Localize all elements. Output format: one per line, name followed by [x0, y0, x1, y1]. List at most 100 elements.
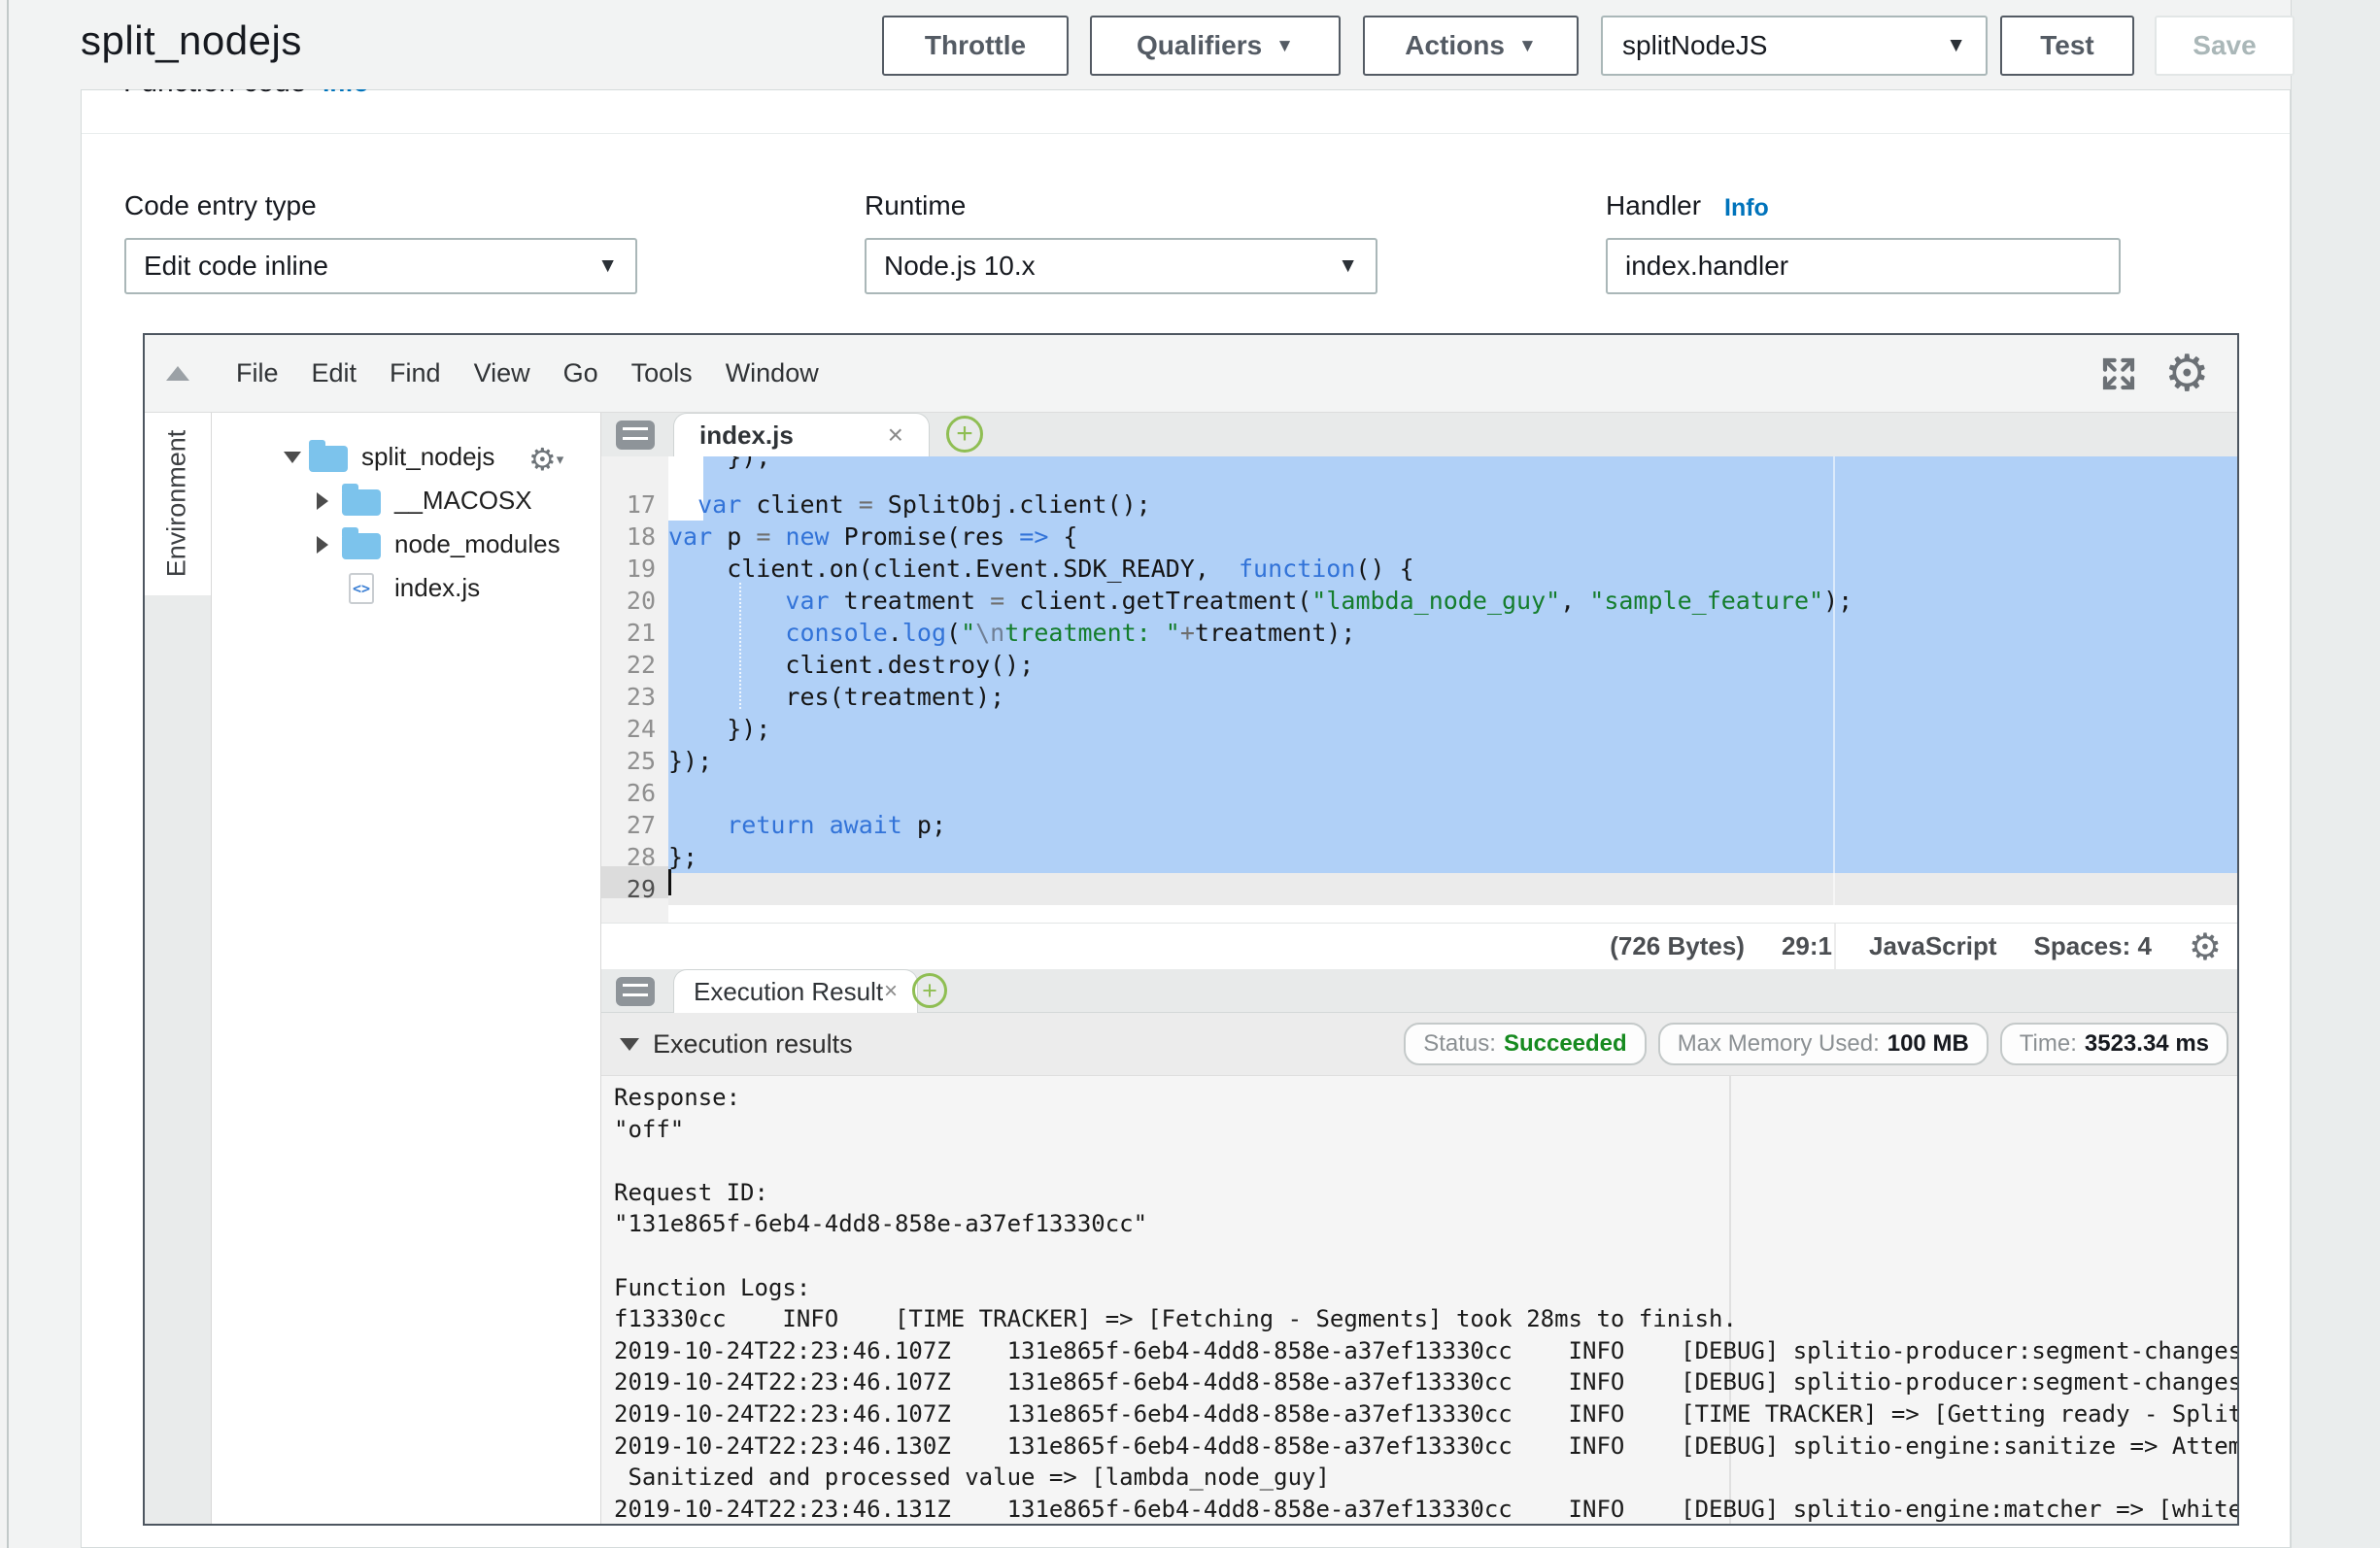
- close-icon[interactable]: ×: [884, 980, 898, 1003]
- runtime-select[interactable]: Node.js 10.x ▼: [865, 238, 1377, 294]
- environment-tab[interactable]: Environment: [145, 413, 212, 595]
- code-token: "lambda_node_guy": [1311, 587, 1560, 615]
- tab-list-icon[interactable]: [616, 977, 655, 1006]
- line-number: 26: [627, 777, 656, 809]
- tree-row-node-modules[interactable]: node_modules: [212, 522, 600, 566]
- print-margin-line: [1833, 456, 1835, 923]
- code-line: });: [668, 745, 712, 777]
- folder-glyph: [342, 489, 381, 516]
- code-line: return await p;: [668, 809, 946, 841]
- status-gear-icon[interactable]: ⚙: [2189, 928, 2222, 965]
- code-entry-type-select[interactable]: Edit code inline ▼: [124, 238, 637, 294]
- clipped-heading-text: Function code: [123, 89, 306, 98]
- code-token: =: [859, 490, 873, 519]
- caret-glyph: [317, 492, 328, 510]
- chevron-down-icon: ▼: [1518, 37, 1537, 55]
- close-icon[interactable]: ×: [888, 421, 903, 449]
- new-tab-button[interactable]: +: [912, 973, 947, 1008]
- menu-item-go[interactable]: Go: [563, 358, 598, 388]
- menu-item-window[interactable]: Window: [726, 358, 819, 388]
- code-token: client.getTreatment(: [1004, 587, 1311, 615]
- tab-execution-result[interactable]: Execution Result ×: [673, 969, 918, 1013]
- line-number: 25: [627, 745, 656, 777]
- caret-down-icon[interactable]: [284, 452, 309, 463]
- code-token: SplitObj.client();: [873, 490, 1151, 519]
- line-number: 23: [627, 681, 656, 713]
- log-line: 2019-10-24T22:23:46.107Z 131e865f-6eb4-4…: [614, 1366, 2237, 1398]
- tree-row-index-js[interactable]: <>index.js: [212, 566, 600, 610]
- code-line: var client = SplitObj.client();: [668, 488, 1151, 521]
- log-line: "131e865f-6eb4-4dd8-858e-a37ef13330cc": [614, 1208, 1147, 1240]
- code-token: log: [902, 619, 946, 647]
- code-token: =: [756, 522, 770, 551]
- collapse-panel-icon[interactable]: [166, 366, 189, 381]
- execution-results-log: Response:"off" Request ID:"131e865f-6eb4…: [601, 1076, 2237, 1524]
- tree-settings-gear-icon[interactable]: ⚙▾: [528, 441, 563, 478]
- menu-item-tools[interactable]: Tools: [631, 358, 693, 388]
- qualifiers-button[interactable]: Qualifiers ▼: [1090, 16, 1341, 76]
- code-token: {: [1048, 522, 1077, 551]
- page-scrollbar[interactable]: [2291, 0, 2380, 1548]
- line-number: 21: [627, 617, 656, 649]
- tree-row-split-nodejs[interactable]: split_nodejs⚙▾: [212, 435, 600, 479]
- code-token: var: [668, 522, 712, 551]
- code-line: });: [668, 713, 770, 745]
- card-header-divider: [82, 133, 2290, 134]
- status-badge-label: Status:: [1423, 1030, 1496, 1058]
- status-language[interactable]: JavaScript: [1869, 931, 1997, 961]
- handler-info-link[interactable]: Info: [1724, 194, 1769, 222]
- tree-row--macosx[interactable]: __MACOSX: [212, 479, 600, 522]
- caret-right-icon[interactable]: [317, 492, 342, 510]
- print-margin-line: [1834, 924, 1836, 969]
- fullscreen-icon[interactable]: [2098, 353, 2139, 394]
- clipped-info-link: Info: [323, 89, 369, 97]
- code-token: });: [668, 715, 770, 743]
- new-tab-button[interactable]: +: [946, 416, 983, 453]
- tree-item-label: index.js: [394, 573, 480, 603]
- test-button[interactable]: Test: [2000, 16, 2134, 76]
- line-number: 18: [627, 521, 656, 553]
- log-line: "off": [614, 1114, 684, 1146]
- code-token: [815, 811, 830, 839]
- code-token: =>: [1019, 522, 1048, 551]
- lambda-function-code-screen: split_nodejs Throttle Qualifiers ▼ Actio…: [0, 0, 2380, 1548]
- environment-tab-label: Environment: [162, 412, 192, 596]
- memory-badge-value: 100 MB: [1887, 1030, 1969, 1058]
- tab-index-js[interactable]: index.js ×: [673, 413, 930, 456]
- active-line-highlight: [668, 873, 2237, 905]
- code-token: );: [1823, 587, 1853, 615]
- code-line: var treatment = client.getTreatment("lam…: [668, 585, 1853, 617]
- caret-right-icon[interactable]: [317, 536, 342, 554]
- code-token: Promise(res: [830, 522, 1020, 551]
- code-token: var: [785, 587, 829, 615]
- code-token: [668, 619, 785, 647]
- menu-item-find[interactable]: Find: [390, 358, 441, 388]
- time-badge-label: Time:: [2020, 1030, 2077, 1058]
- status-spaces[interactable]: Spaces: 4: [2034, 931, 2152, 961]
- actions-button[interactable]: Actions ▼: [1363, 16, 1579, 76]
- menu-item-view[interactable]: View: [474, 358, 530, 388]
- editor-status-bar: (726 Bytes) 29:1 JavaScript Spaces: 4 ⚙: [601, 923, 2237, 969]
- code-token: ,: [1560, 587, 1589, 615]
- gear-icon[interactable]: ⚙: [2164, 349, 2210, 399]
- menu-item-edit[interactable]: Edit: [312, 358, 357, 388]
- code-area[interactable]: }); var client = SplitObj.client();var p…: [668, 456, 2237, 923]
- code-token: +: [1180, 619, 1195, 647]
- collapse-triangle-icon[interactable]: [620, 1038, 639, 1051]
- code-line: console.log("\ntreatment: "+treatment);: [668, 617, 1356, 649]
- tab-list-icon[interactable]: [616, 421, 655, 450]
- memory-badge: Max Memory Used: 100 MB: [1658, 1023, 1989, 1065]
- menu-item-file[interactable]: File: [236, 358, 279, 388]
- save-button[interactable]: Save: [2155, 16, 2295, 76]
- line-number: 19: [627, 553, 656, 585]
- code-token: client.on(client.Event.SDK_READY,: [668, 555, 1239, 583]
- runtime-label: Runtime: [865, 190, 966, 221]
- alias-select[interactable]: splitNodeJS ▼: [1601, 16, 1988, 76]
- throttle-button[interactable]: Throttle: [882, 16, 1069, 76]
- log-line: 2019-10-24T22:23:46.130Z 131e865f-6eb4-4…: [614, 1430, 2237, 1463]
- handler-input[interactable]: index.handler: [1606, 238, 2121, 294]
- handler-label: Handler: [1606, 190, 1701, 221]
- code-line: client.destroy();: [668, 649, 1034, 681]
- code-token: (: [946, 619, 961, 647]
- memory-badge-label: Max Memory Used:: [1678, 1030, 1880, 1058]
